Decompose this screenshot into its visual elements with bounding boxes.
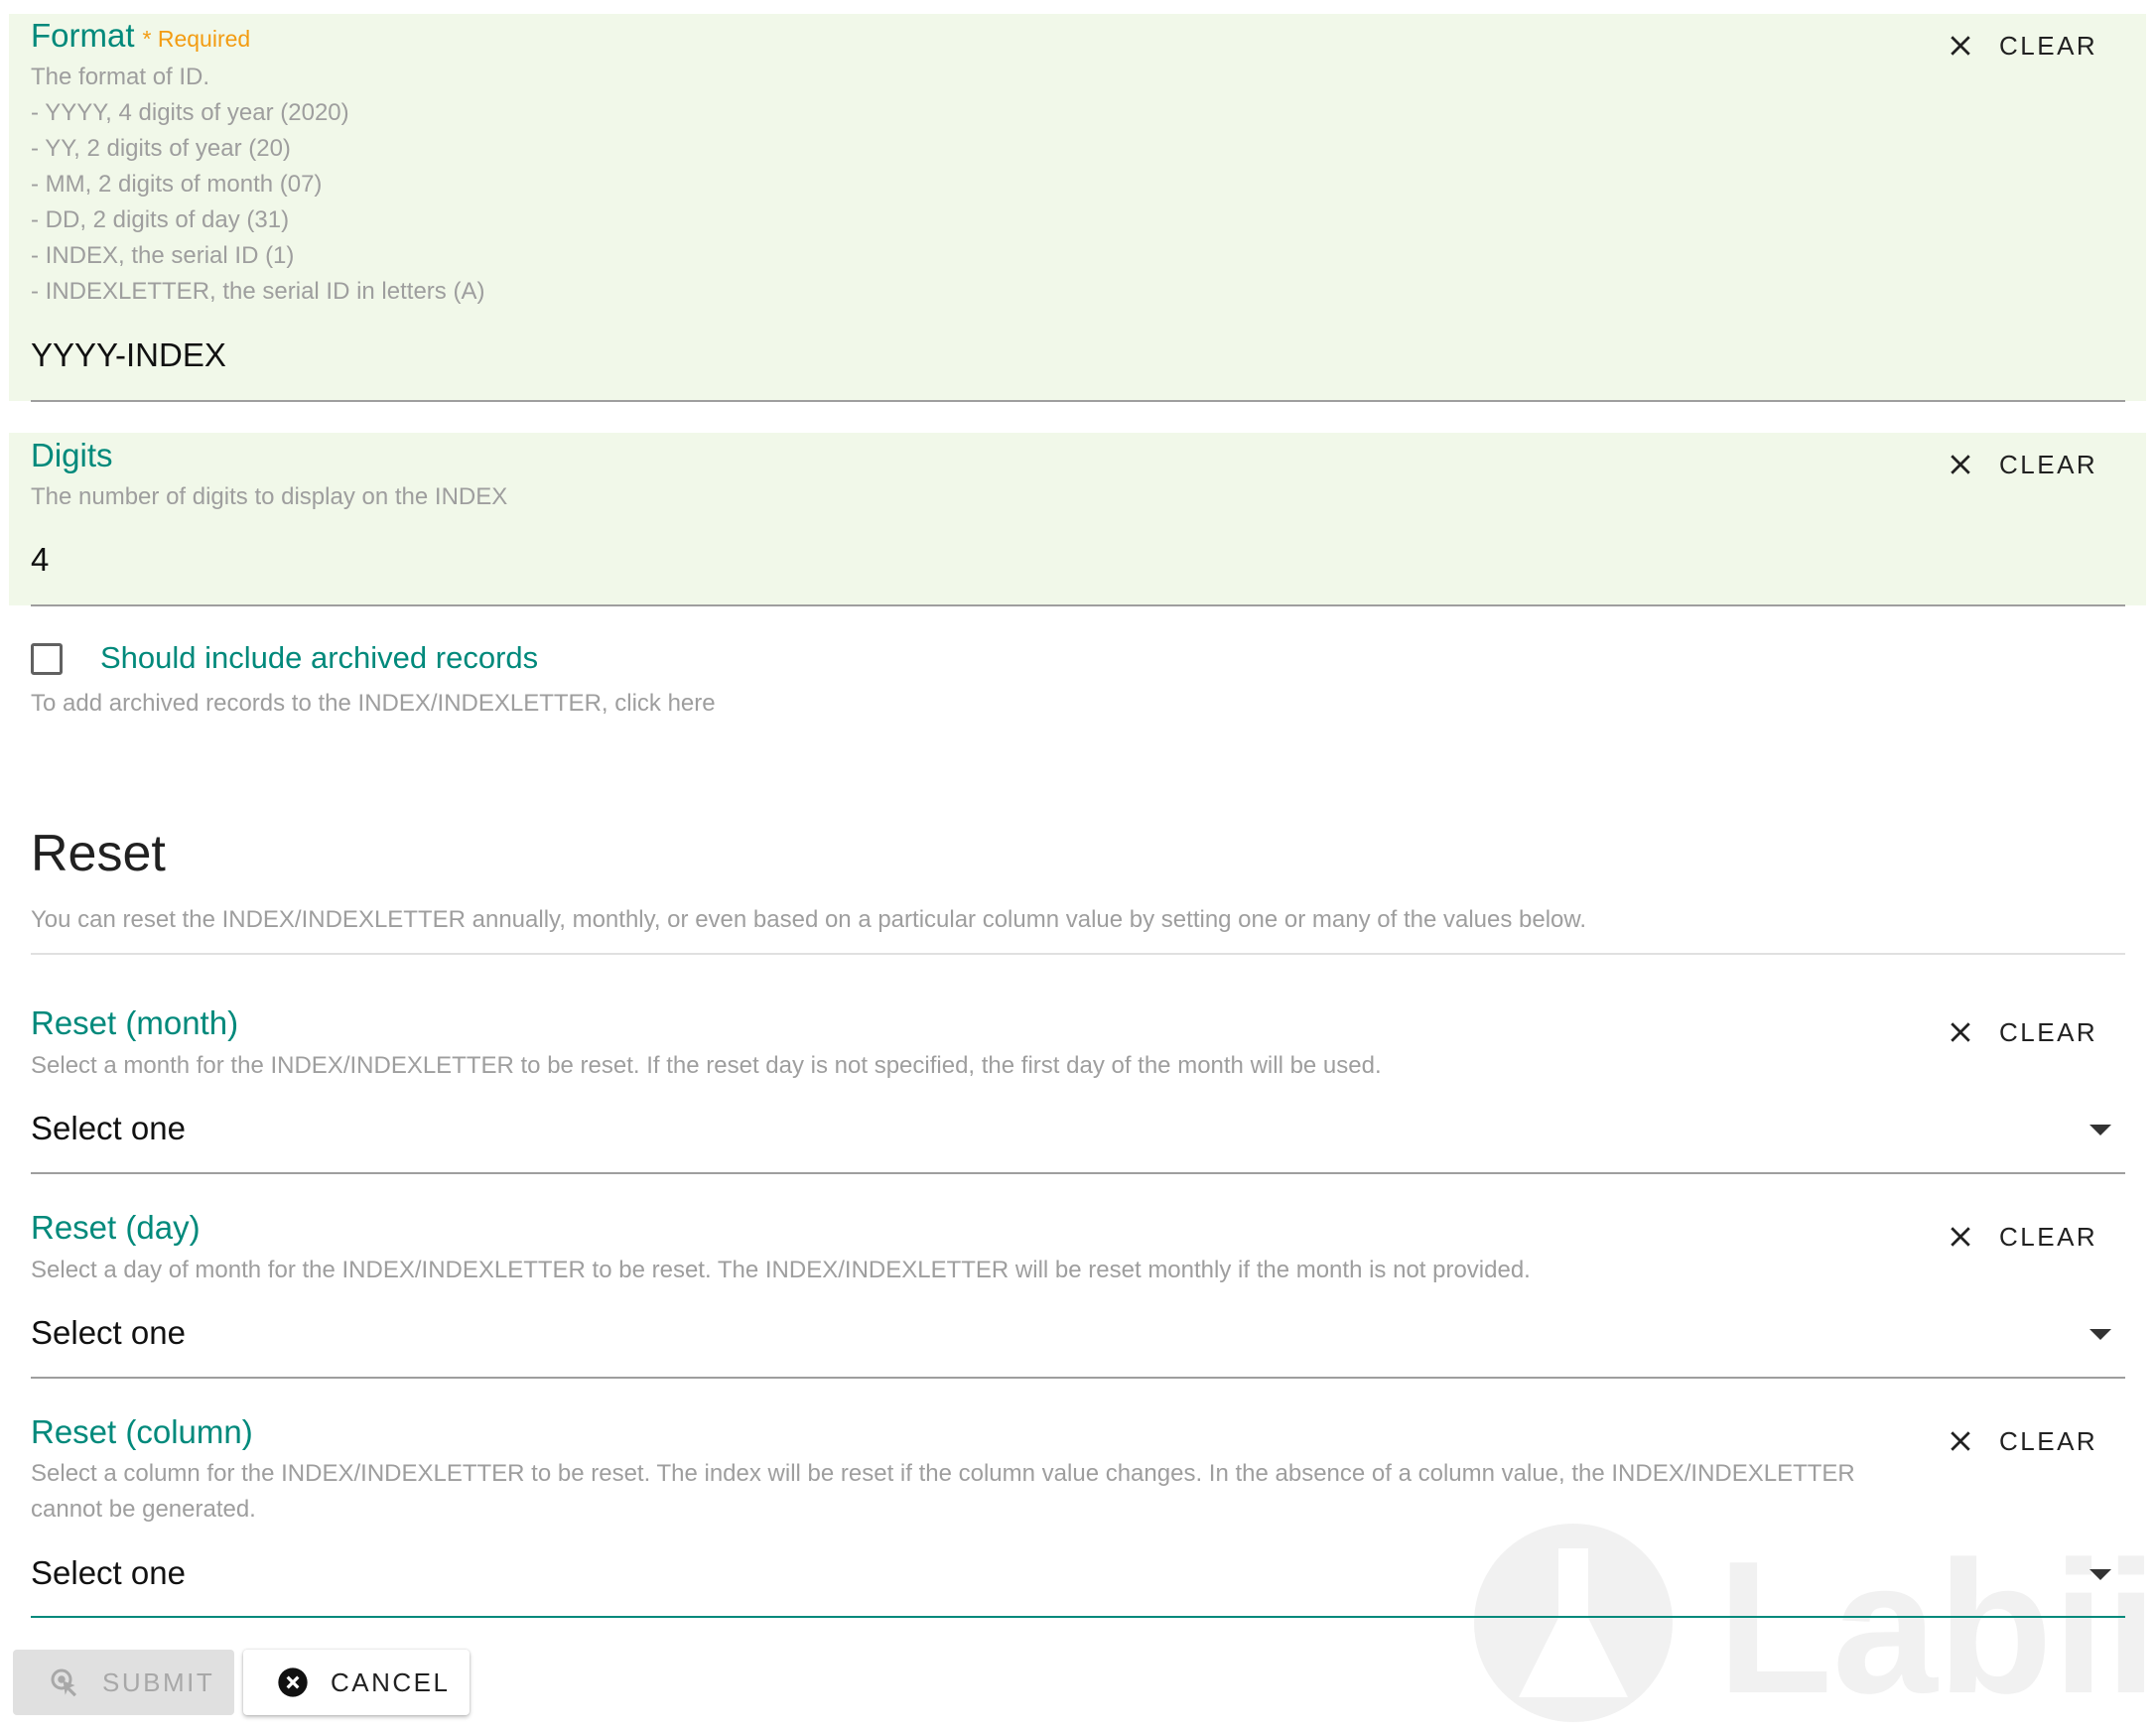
reset-month-clear-button[interactable]: CLEAR — [1946, 1004, 2104, 1060]
reset-month-select[interactable]: Select one — [31, 1110, 186, 1147]
digits-field-panel — [9, 433, 2146, 605]
submit-button[interactable]: SUBMIT — [13, 1650, 234, 1715]
close-icon — [1951, 1227, 1970, 1247]
reset-column-label: Reset (column) — [31, 1413, 253, 1450]
format-input-underline — [31, 400, 2125, 402]
format-help-line-7: - INDEXLETTER, the serial ID in letters … — [31, 278, 485, 305]
close-icon — [1951, 455, 1970, 474]
cancel-circle-icon — [278, 1667, 308, 1697]
reset-day-select[interactable]: Select one — [31, 1314, 186, 1352]
close-icon — [1951, 36, 1970, 56]
chevron-down-icon[interactable] — [2089, 1329, 2111, 1340]
format-input[interactable]: YYYY-INDEX — [31, 336, 226, 374]
format-help-line-5: - DD, 2 digits of day (31) — [31, 206, 290, 233]
reset-column-select[interactable]: Select one — [31, 1554, 186, 1592]
digits-label: Digits — [31, 437, 113, 473]
reset-day-clear-button[interactable]: CLEAR — [1946, 1209, 2104, 1265]
reset-day-help: Select a day of month for the INDEX/INDE… — [31, 1257, 1531, 1283]
chevron-down-icon[interactable] — [2089, 1569, 2111, 1580]
format-help-line-1: The format of ID. — [31, 64, 210, 90]
format-help-line-4: - MM, 2 digits of month (07) — [31, 171, 323, 198]
cancel-button[interactable]: CANCEL — [243, 1650, 470, 1715]
reset-day-underline — [31, 1377, 2125, 1379]
touch-icon — [51, 1668, 76, 1697]
archived-label[interactable]: Should include archived records — [100, 640, 538, 676]
archived-checkbox[interactable] — [31, 643, 63, 675]
reset-column-help-line-1: Select a column for the INDEX/INDEXLETTE… — [31, 1460, 1855, 1487]
digits-clear-button[interactable]: CLEAR — [1946, 437, 2104, 492]
labii-watermark: Labii — [1469, 1519, 2156, 1732]
reset-column-help-line-2: cannot be generated. — [31, 1496, 256, 1523]
chevron-down-icon[interactable] — [2089, 1125, 2111, 1135]
format-help-line-6: - INDEX, the serial ID (1) — [31, 242, 295, 269]
format-help-line-3: - YY, 2 digits of year (20) — [31, 135, 291, 162]
digits-input-underline — [31, 604, 2125, 606]
reset-description: You can reset the INDEX/INDEXLETTER annu… — [31, 906, 1587, 933]
format-help-line-2: - YYYY, 4 digits of year (2020) — [31, 99, 349, 126]
reset-section-title: Reset — [31, 825, 166, 882]
reset-divider — [31, 953, 2125, 955]
submit-label: SUBMIT — [102, 1666, 215, 1697]
format-clear-button[interactable]: CLEAR — [1946, 18, 2104, 73]
digits-input[interactable]: 4 — [31, 541, 49, 579]
reset-month-help: Select a month for the INDEX/INDEXLETTER… — [31, 1052, 1382, 1079]
reset-column-underline — [31, 1616, 2125, 1618]
format-label: Format * Required — [31, 17, 251, 54]
reset-column-clear-button[interactable]: CLEAR — [1946, 1413, 2104, 1469]
reset-month-underline — [31, 1172, 2125, 1174]
close-icon — [1951, 1022, 1970, 1042]
digits-help: The number of digits to display on the I… — [31, 483, 508, 510]
close-icon — [1951, 1431, 1970, 1451]
reset-month-label: Reset (month) — [31, 1004, 239, 1041]
cancel-label: CANCEL — [331, 1666, 451, 1697]
svg-text:Labii: Labii — [1717, 1523, 2156, 1727]
required-indicator: * Required — [142, 26, 251, 52]
reset-day-label: Reset (day) — [31, 1209, 201, 1246]
format-field-panel — [9, 14, 2146, 401]
archived-help: To add archived records to the INDEX/IND… — [31, 690, 716, 717]
